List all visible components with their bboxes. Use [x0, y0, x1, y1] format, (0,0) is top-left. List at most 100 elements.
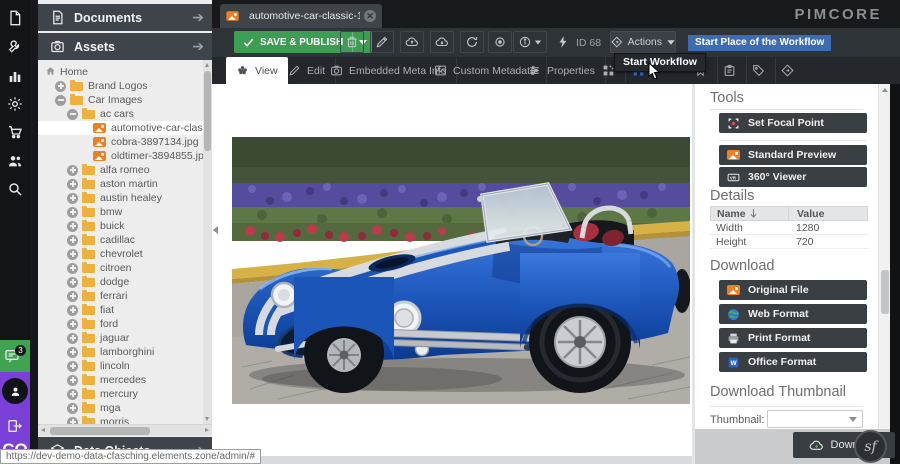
tab-dependencies[interactable] — [771, 57, 804, 84]
open-tabs-strip: automotive-car-classic-149813.jpg ✕ PIMC… — [212, 0, 900, 28]
tree-item[interactable]: ferrari — [38, 289, 203, 303]
users-icon[interactable] — [7, 153, 23, 169]
standard-preview-button[interactable]: Standard Preview — [719, 145, 867, 165]
tree-item[interactable]: ford — [38, 317, 203, 331]
support-widget[interactable]: sf — [854, 430, 887, 463]
expand-icon[interactable] — [67, 235, 78, 246]
scroll-down-icon[interactable] — [205, 417, 209, 421]
expand-icon[interactable] — [67, 221, 78, 232]
tree-item[interactable]: aston martin — [38, 177, 203, 191]
download-print-button[interactable]: Print Format — [719, 328, 867, 348]
thumbnail-select[interactable] — [767, 410, 863, 428]
tree-item[interactable]: bmw — [38, 205, 203, 219]
chat-panel-button[interactable]: 3 — [0, 340, 30, 372]
tree-item[interactable]: fiat — [38, 303, 203, 317]
tree-item[interactable]: lincoln — [38, 359, 203, 373]
close-icon[interactable]: ✕ — [364, 10, 376, 22]
scroll-up-icon[interactable] — [205, 63, 209, 67]
expand-icon[interactable] — [67, 249, 78, 260]
workflow-place-tooltip: Start Place of the Workflow — [688, 35, 831, 51]
scroll-thumb[interactable] — [204, 71, 211, 151]
expand-icon[interactable] — [67, 207, 78, 218]
tree-item[interactable]: ac cars — [38, 107, 203, 121]
scroll-right-icon[interactable] — [205, 428, 209, 432]
expand-icon[interactable] — [55, 81, 66, 92]
tree-item[interactable]: austin healey — [38, 191, 203, 205]
expand-icon[interactable] — [67, 417, 78, 425]
download-office-button[interactable]: W Office Format — [719, 352, 867, 372]
expand-icon[interactable] — [67, 389, 78, 400]
tree-item[interactable]: jaguar — [38, 331, 203, 345]
expand-icon[interactable] — [67, 291, 78, 302]
expand-icon[interactable] — [67, 263, 78, 274]
tree-item[interactable]: mercury — [38, 387, 203, 401]
expand-icon[interactable] — [67, 333, 78, 344]
download-original-button[interactable]: Original File — [719, 280, 867, 300]
tree-vertical-scrollbar[interactable] — [203, 60, 212, 424]
scroll-up-icon[interactable] — [882, 88, 888, 92]
tree-item[interactable]: cadillac — [38, 233, 203, 247]
panel-header-assets[interactable]: Assets ➔ — [38, 33, 212, 60]
actions-button[interactable]: Actions — [610, 31, 676, 53]
ecommerce-icon[interactable] — [7, 124, 23, 140]
tree-item[interactable]: citroen — [38, 261, 203, 275]
expand-icon[interactable] — [67, 375, 78, 386]
expand-icon[interactable] — [67, 361, 78, 372]
expand-icon[interactable] — [67, 165, 78, 176]
tree-item[interactable]: mga — [38, 401, 203, 415]
tree-item-selected[interactable]: automotive-car-classic-14 — [38, 121, 203, 135]
tree-item[interactable]: Car Images — [38, 93, 203, 107]
sidebar-scrollbar[interactable] — [878, 84, 890, 464]
tools-icon[interactable] — [7, 39, 23, 55]
tree-item[interactable]: chevrolet — [38, 247, 203, 261]
download-web-button[interactable]: Web Format — [719, 304, 867, 324]
tree-item[interactable]: morris — [38, 415, 203, 424]
expand-icon[interactable] — [67, 179, 78, 190]
info-button[interactable] — [513, 31, 547, 53]
download-asset-button[interactable] — [430, 31, 454, 53]
tree-item[interactable]: dodge — [38, 275, 203, 289]
document-tab[interactable]: automotive-car-classic-149813.jpg ✕ — [220, 4, 382, 28]
set-focal-point-button[interactable]: Set Focal Point — [719, 113, 867, 133]
delete-button[interactable] — [340, 31, 364, 53]
tree-item[interactable]: lamborghini — [38, 345, 203, 359]
upload-button[interactable] — [400, 31, 424, 53]
rename-button[interactable] — [370, 31, 394, 53]
user-avatar-icon[interactable] — [2, 378, 28, 404]
scroll-thumb[interactable] — [50, 427, 150, 435]
documents-icon[interactable] — [7, 10, 23, 26]
logout-icon[interactable] — [7, 418, 23, 434]
collapse-panel-icon[interactable] — [213, 226, 218, 234]
scroll-left-icon[interactable] — [41, 428, 45, 432]
document-icon — [50, 10, 65, 25]
scroll-thumb[interactable] — [881, 270, 889, 314]
expand-icon[interactable] — [67, 305, 78, 316]
reports-icon[interactable] — [7, 68, 23, 84]
expand-icon[interactable] — [67, 403, 78, 414]
folder-icon — [82, 404, 95, 413]
focal-point-icon — [727, 117, 740, 130]
expand-icon[interactable] — [67, 193, 78, 204]
collapse-icon[interactable] — [67, 109, 78, 120]
expand-icon[interactable] — [67, 277, 78, 288]
expand-icon[interactable] — [67, 347, 78, 358]
panel-header-documents[interactable]: Documents ➔ — [38, 4, 212, 31]
tree-item-home[interactable]: Home — [38, 65, 203, 79]
viewer-360-button[interactable]: VR 360° Viewer — [719, 167, 867, 187]
tree-horizontal-scrollbar[interactable] — [38, 424, 212, 436]
tree-item[interactable]: cobra-3897134.jpg — [38, 135, 203, 149]
quick-actions-button[interactable] — [551, 31, 575, 53]
expand-icon[interactable] — [67, 319, 78, 330]
settings-icon[interactable] — [7, 96, 23, 112]
tree-item[interactable]: buick — [38, 219, 203, 233]
tree-item[interactable]: Brand Logos — [38, 79, 203, 93]
details-table-header[interactable]: Name Value — [710, 206, 868, 221]
collapse-icon[interactable] — [55, 95, 66, 106]
reload-button[interactable] — [460, 31, 484, 53]
search-icon[interactable] — [7, 181, 23, 197]
pencil-icon — [375, 35, 389, 49]
tree-item[interactable]: alfa romeo — [38, 163, 203, 177]
focal-point-button[interactable] — [488, 31, 512, 53]
tree-item[interactable]: mercedes — [38, 373, 203, 387]
tree-item[interactable]: oldtimer-3894855.jpg — [38, 149, 203, 163]
